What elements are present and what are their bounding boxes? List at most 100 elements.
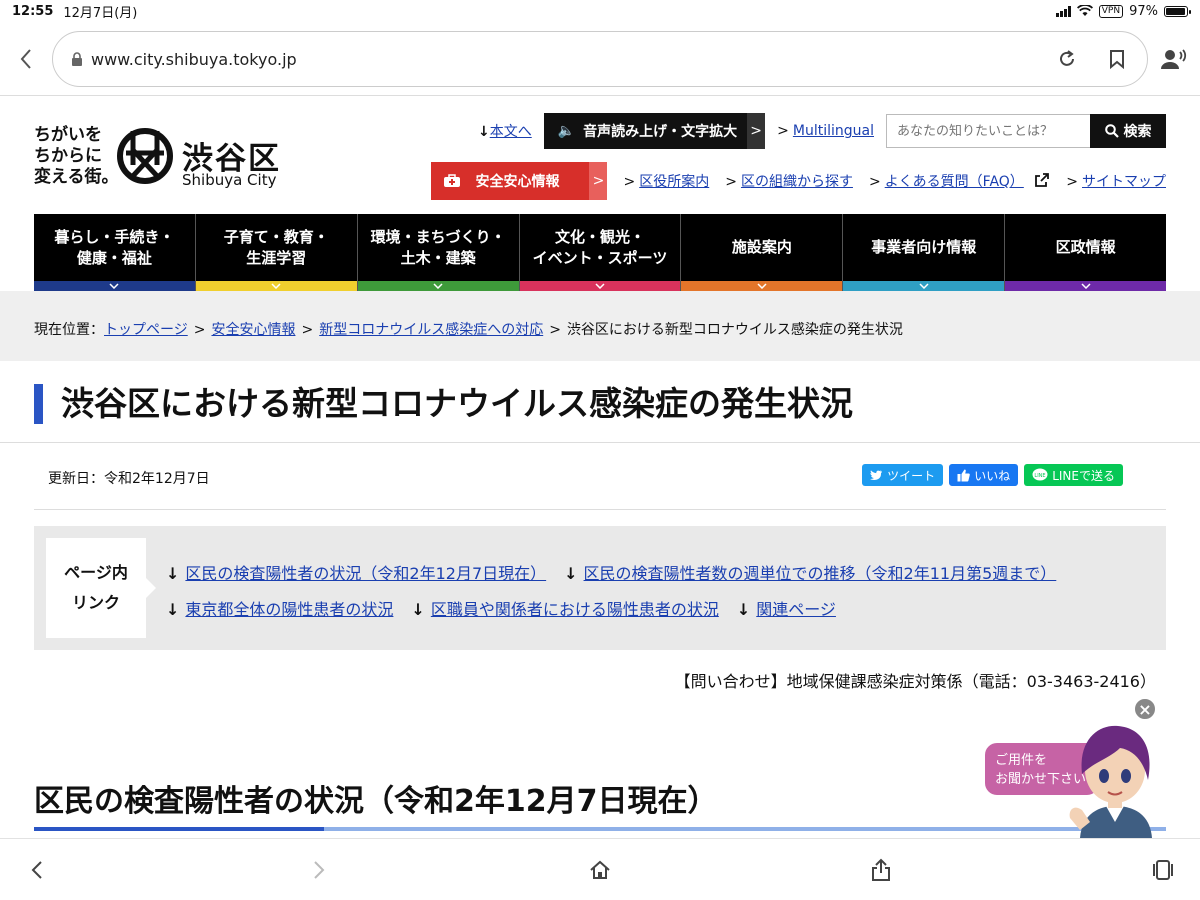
lock-icon (72, 51, 82, 66)
speaker-icon: 🔈 (557, 123, 576, 139)
line-icon: LINE (1032, 468, 1048, 481)
nav-color-bar (1005, 281, 1167, 291)
chevron-down-icon (271, 283, 281, 289)
like-button[interactable]: いいね (949, 464, 1019, 486)
voice-button[interactable]: 🔈 音声読み上げ・文字拡大 > (543, 113, 766, 149)
chevron-down-icon (757, 283, 767, 289)
bookmark-icon[interactable] (1105, 47, 1129, 71)
nav-item-6[interactable]: 区政情報 (1005, 214, 1167, 291)
nav-item-1[interactable]: 子育て・教育・ 生涯学習 (195, 214, 358, 291)
twitter-icon (870, 469, 883, 480)
page-link-item[interactable]: ↓ 区民の検査陽性者の状況（令和2年12月7日現在） (166, 556, 546, 592)
tabs-icon[interactable] (1150, 857, 1176, 883)
status-bar: 12:55 12月7日(月) VPN 97% (0, 0, 1200, 22)
arrow-down-icon: ↓ (736, 600, 751, 619)
updated-date: 更新日：令和2年12月7日 (48, 471, 210, 487)
skip-to-content-link[interactable]: ↓本文へ (478, 121, 532, 141)
chevron-down-icon (1081, 283, 1091, 289)
divider (0, 442, 1200, 443)
svg-text:LINE: LINE (1035, 473, 1046, 479)
faq-link[interactable]: > よくある質問（FAQ） (869, 171, 1050, 191)
arrow-down-icon: ↓ (411, 600, 425, 619)
share-icon[interactable] (868, 857, 894, 883)
nav-item-2[interactable]: 環境・まちづくり・ 土木・建築 (357, 214, 520, 291)
arrow-down-icon: ↓ (166, 564, 180, 583)
site-search: 検索 (886, 114, 1166, 148)
safety-info-button[interactable]: 安全安心情報 > (431, 162, 608, 200)
page-link-item[interactable]: ↓ 東京都全体の陽性患者の状況 (166, 592, 393, 628)
status-date: 12月7日(月) (63, 5, 138, 21)
search-button[interactable]: 検索 (1090, 114, 1166, 148)
search-input[interactable] (886, 114, 1090, 148)
chevron-down-icon (919, 283, 929, 289)
nav-color-bar (681, 281, 843, 291)
signal-icon (1055, 5, 1071, 17)
nav-item-3[interactable]: 文化・観光・ イベント・スポーツ (519, 214, 682, 291)
reload-icon[interactable] (1055, 47, 1079, 71)
battery-percent: 97% (1129, 3, 1158, 19)
chevron-right-icon: > (589, 162, 608, 200)
nav-item-0[interactable]: 暮らし・手続き・ 健康・福祉 (34, 214, 196, 291)
nav-color-bar (843, 281, 1005, 291)
home-icon[interactable] (587, 857, 613, 883)
breadcrumb-item-covid[interactable]: 新型コロナウイルス感染症への対応 (319, 322, 543, 338)
nav-item-4[interactable]: 施設案内 (681, 214, 844, 291)
divider (34, 509, 1166, 510)
nav-forward-icon[interactable] (306, 857, 332, 883)
external-link-icon (1035, 173, 1050, 187)
page-links-box: ページ内 リンク ↓ 区民の検査陽性者の状況（令和2年12月7日現在） ↓ 区民の検査… (34, 526, 1166, 650)
page-link-item[interactable]: ↓ 関連ページ (737, 592, 836, 628)
site-header: ちがいを ちからに 変える街。 渋谷区 Shibuya City ↓本文へ 🔈 … (0, 97, 1200, 214)
org-search-link[interactable]: > 区の組織から探す (725, 171, 853, 191)
header-utility-row: ↓本文へ 🔈 音声読み上げ・文字拡大 > >Multilingual 検索 (478, 113, 1166, 149)
page-link-item[interactable]: ↓ 区職員や関係者における陽性患者の状況 (411, 592, 718, 628)
arrow-down-icon: ↓ (166, 600, 180, 619)
sitemap-link[interactable]: > サイトマップ (1066, 171, 1166, 191)
chevron-down-icon (433, 283, 443, 289)
page-links-list: ↓ 区民の検査陽性者の状況（令和2年12月7日現在） ↓ 区民の検査陽性者数の週単位… (166, 556, 1056, 628)
section-underline (34, 827, 1166, 831)
arrow-down-icon: ↓ (564, 564, 578, 583)
battery-icon (1164, 5, 1191, 17)
breadcrumb: 現在位置：トップページ > 安全安心情報 > 新型コロナウイルス感染症への対応 > 渋谷区に… (0, 291, 1200, 361)
vpn-badge: VPN (1098, 4, 1124, 18)
voice-reader-icon[interactable] (1160, 47, 1188, 71)
nav-color-bar (357, 281, 519, 291)
line-share-button[interactable]: LINE LINEで送る (1024, 464, 1123, 486)
search-icon (1104, 124, 1119, 138)
chevron-right-icon: > (747, 113, 766, 149)
close-chat-icon[interactable]: × (1133, 697, 1157, 721)
nav-color-bar (195, 281, 357, 291)
header-links-row: 安全安心情報 > > 区役所案内 > 区の組織から探す > よくある質問（FAQ） >… (431, 162, 1166, 200)
page-links-label: ページ内 リンク (46, 538, 156, 638)
office-guide-link[interactable]: > 区役所案内 (623, 171, 709, 191)
section-heading: 区民の検査陽性者の状況（令和2年12月7日現在） (34, 784, 718, 819)
nav-color-bar (519, 281, 681, 291)
nav-back-icon[interactable] (24, 857, 50, 883)
global-nav: 暮らし・手続き・ 健康・福祉 子育て・教育・ 生涯学習 環境・まちづくり・ 土木・建築 文化… (34, 214, 1167, 291)
multilingual-link[interactable]: > Multilingual (777, 123, 874, 139)
chat-assistant-avatar[interactable] (1060, 718, 1170, 838)
shibuya-logo-icon[interactable] (116, 127, 174, 185)
status-time: 12:55 (12, 3, 54, 19)
chevron-down-icon (595, 283, 605, 289)
breadcrumb-item-safety[interactable]: 安全安心情報 (211, 322, 295, 338)
thumbs-up-icon (957, 469, 970, 481)
status-indicators: VPN 97% (1055, 3, 1191, 19)
logo-english: Shibuya City (182, 171, 277, 189)
nav-item-5[interactable]: 事業者向け情報 (843, 214, 1006, 291)
breadcrumb-item-top[interactable]: トップページ (104, 322, 188, 338)
browser-toolbar (0, 838, 1200, 900)
url-text: www.city.shibuya.tokyo.jp (91, 49, 297, 69)
tweet-button[interactable]: ツイート (862, 464, 944, 486)
page-link-item[interactable]: ↓ 区民の検査陽性者数の週単位での推移（令和2年11月第5週まで） (564, 556, 1056, 592)
breadcrumb-current: 渋谷区における新型コロナウイルス感染症の発生状況 (566, 322, 903, 338)
nav-color-bar (34, 281, 195, 291)
wifi-icon (1076, 5, 1093, 16)
back-icon[interactable] (14, 47, 38, 71)
tagline: ちがいを ちからに 変える街。 (34, 125, 119, 187)
share-buttons: ツイート いいね LINE LINEで送る (862, 464, 1123, 486)
page-title: 渋谷区における新型コロナウイルス感染症の発生状況 (34, 384, 853, 424)
first-aid-icon (444, 174, 461, 187)
address-bar[interactable]: www.city.shibuya.tokyo.jp (52, 31, 1148, 87)
